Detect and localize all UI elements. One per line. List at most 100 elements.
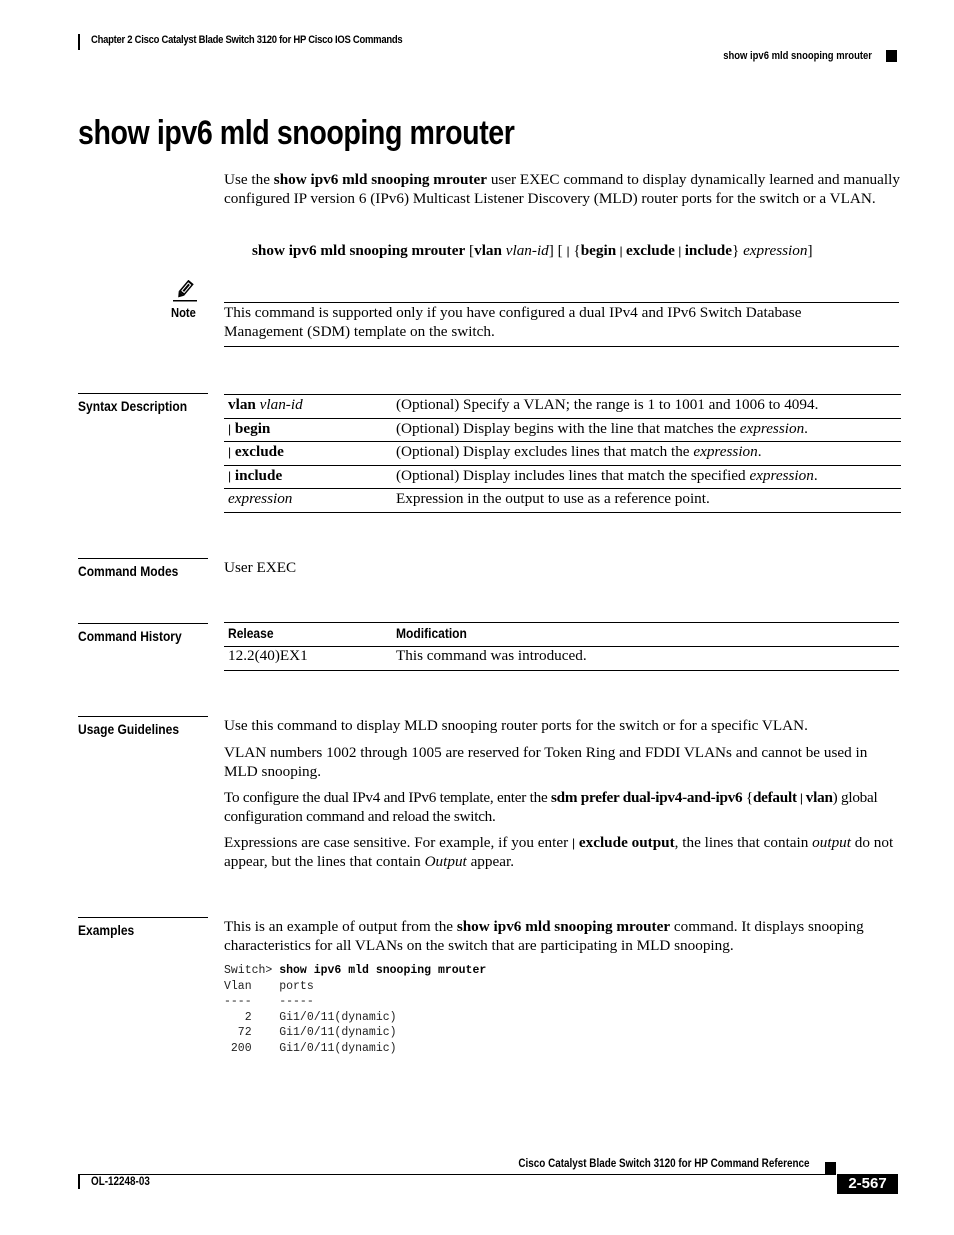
- keyword: include: [234, 466, 283, 484]
- footer-marker: [825, 1162, 836, 1174]
- syntax-desc: (Optional) Specify a VLAN; the range is …: [396, 396, 819, 413]
- usage-paragraph-1: Use this command to display MLD snooping…: [224, 717, 808, 734]
- syntax-desc: (Optional) Display begins with the line …: [392, 418, 901, 442]
- syntax-bracket: ]: [807, 242, 813, 259]
- syntax-sep: |: [674, 244, 685, 258]
- footer-doc-id: OL-12248-03: [91, 1176, 150, 1188]
- pipe: |: [228, 445, 232, 459]
- text: To configure the dual IPv4 and IPv6 temp…: [224, 789, 551, 806]
- syntax-desc: Expression in the output to use as a ref…: [396, 490, 710, 507]
- command: exclude output: [575, 834, 675, 851]
- header-text: Release: [228, 625, 274, 641]
- desc-end: .: [804, 419, 808, 437]
- syntax-bracket: [: [465, 242, 475, 259]
- desc-em: expression: [693, 443, 758, 460]
- syntax-description-label: Syntax Description: [78, 393, 208, 414]
- examples-intro: This is an example of output from the sh…: [224, 918, 900, 955]
- pipe: |: [228, 468, 232, 483]
- table-row: expression Expression in the output to u…: [224, 488, 901, 513]
- examples-label: Examples: [78, 917, 208, 938]
- pipe: |: [228, 421, 232, 436]
- desc-end: .: [757, 443, 762, 460]
- syntax-desc: (Optional) Display excludes lines that m…: [392, 442, 901, 466]
- pipe: |: [796, 791, 806, 805]
- note-top-rule: [224, 302, 899, 303]
- keyword: exclude: [234, 443, 284, 460]
- intro-command: show ipv6 mld snooping mrouter: [273, 171, 488, 188]
- text: Expressions are case sensitive. For exam…: [224, 834, 572, 851]
- table-header-row: Release Modification: [224, 622, 899, 647]
- footer-rule: [78, 1174, 836, 1175]
- syntax-command: show ipv6 mld snooping mrouter: [252, 242, 466, 259]
- command-syntax: show ipv6 mld snooping mrouter [vlan vla…: [252, 242, 813, 260]
- text: appear.: [466, 852, 514, 870]
- emphasis: Output: [424, 852, 467, 870]
- table-row: | exclude (Optional) Display excludes li…: [224, 441, 901, 466]
- syntax-begin: begin: [580, 242, 617, 259]
- usage-paragraph-4: Expressions are case sensitive. For exam…: [224, 834, 900, 871]
- command: sdm prefer dual-ipv4-and-ipv6: [550, 789, 743, 806]
- command-history-table: Release Modification 12.2(40)EX1 This co…: [224, 622, 899, 671]
- syntax-keyword: | begin: [224, 418, 392, 442]
- argument: expression: [228, 490, 293, 507]
- syntax-keyword: expression: [224, 489, 392, 513]
- keyword-default: default: [752, 789, 797, 806]
- intro-prefix: Use the: [224, 171, 274, 188]
- example-output: Switch> show ipv6 mld snooping mrouter V…: [224, 963, 486, 1056]
- column-header-release: Release: [224, 623, 392, 647]
- header-marker: [886, 50, 897, 62]
- command-history-label: Command History: [78, 623, 208, 644]
- syntax-vlan: vlan: [474, 242, 502, 259]
- syntax-vlan-id: vlan-id: [505, 242, 549, 259]
- syntax-description-table: vlan vlan-id (Optional) Specify a VLAN; …: [224, 394, 901, 513]
- text: , the lines that contain: [674, 834, 813, 851]
- command-modes-value: User EXEC: [224, 559, 297, 576]
- cli-output: Vlan ports ---- ----- 2 Gi1/0/11(dynamic…: [224, 979, 397, 1055]
- cli-command: show ipv6 mld snooping mrouter: [279, 964, 487, 977]
- syntax-keyword: | include: [224, 465, 392, 489]
- syntax-include: include: [684, 242, 732, 259]
- desc-em: expression: [739, 419, 805, 437]
- syntax-exclude: exclude: [625, 242, 675, 259]
- table-row: vlan vlan-id (Optional) Specify a VLAN; …: [224, 394, 901, 419]
- command-modes-label-text: Command Modes: [78, 563, 179, 579]
- syntax-brace: {: [569, 242, 581, 259]
- desc-end: .: [813, 466, 818, 484]
- desc-text: (Optional) Display includes lines that m…: [396, 466, 750, 484]
- syntax-description-label-text: Syntax Description: [78, 398, 188, 414]
- command-modes-label: Command Modes: [78, 558, 208, 579]
- keyword: vlan: [228, 396, 256, 413]
- table-row: 12.2(40)EX1 This command was introduced.: [224, 646, 899, 671]
- footer-title: Cisco Catalyst Blade Switch 3120 for HP …: [518, 1158, 810, 1170]
- syntax-bracket: ] [: [548, 242, 567, 259]
- syntax-expression: expression: [743, 242, 808, 259]
- chapter-header: Chapter 2 Cisco Catalyst Blade Switch 31…: [91, 34, 403, 46]
- pencil-note-icon: [173, 280, 197, 302]
- emphasis: output: [812, 834, 851, 851]
- syntax-desc: (Optional) Display includes lines that m…: [392, 465, 901, 489]
- note-label: Note: [171, 305, 196, 320]
- keyword-vlan: vlan: [805, 789, 833, 806]
- release-cell: 12.2(40)EX1: [228, 647, 308, 664]
- syntax-keyword: | exclude: [224, 442, 392, 466]
- command: show ipv6 mld snooping mrouter: [456, 918, 671, 935]
- intro-paragraph: Use the show ipv6 mld snooping mrouter u…: [224, 171, 900, 208]
- text: This is an example of output from the: [224, 918, 457, 935]
- cli-prompt: Switch>: [224, 964, 280, 977]
- table-row: | begin (Optional) Display begins with t…: [224, 418, 901, 442]
- table-row: | include (Optional) Display includes li…: [224, 465, 901, 489]
- desc-text: (Optional) Display excludes lines that m…: [396, 443, 694, 460]
- note-text: This command is supported only if you ha…: [224, 304, 802, 340]
- note-bottom-rule: [224, 346, 899, 347]
- command-history-label-text: Command History: [78, 628, 182, 644]
- usage-paragraph-3: To configure the dual IPv4 and IPv6 temp…: [224, 789, 900, 826]
- examples-label-text: Examples: [78, 922, 135, 938]
- footer-bar: [78, 1175, 80, 1189]
- desc-em: expression: [749, 466, 814, 484]
- page-title: show ipv6 mld snooping mrouter: [78, 114, 515, 152]
- syntax-sep: |: [616, 244, 626, 258]
- argument: vlan-id: [259, 396, 303, 413]
- brace: {: [742, 789, 753, 806]
- header-text: Modification: [396, 625, 467, 641]
- page-number: 2-567: [837, 1174, 898, 1194]
